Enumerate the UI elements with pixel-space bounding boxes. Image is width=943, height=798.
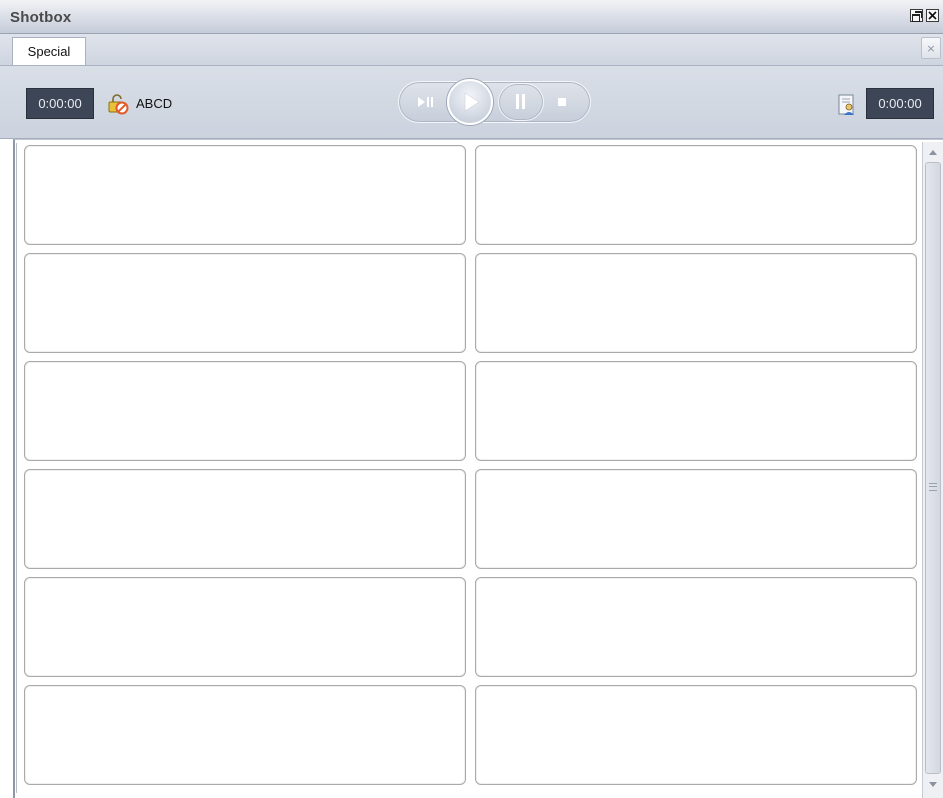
vertical-scrollbar[interactable]	[922, 142, 943, 798]
shotbox-window: Shotbox Special × 0:00:00 ABCD 0:00:00	[0, 0, 943, 798]
play-pause-icon	[418, 97, 433, 107]
tab-label: Special	[27, 44, 71, 59]
shot-cell[interactable]	[475, 145, 917, 245]
play-pause-button[interactable]	[408, 92, 444, 112]
stop-button[interactable]	[550, 92, 576, 112]
shot-cell[interactable]	[475, 469, 917, 569]
shot-cell[interactable]	[475, 253, 917, 353]
shot-cell[interactable]	[475, 361, 917, 461]
window-title: Shotbox	[10, 9, 72, 26]
stop-icon	[558, 98, 566, 106]
grip-icon	[929, 483, 937, 491]
user-list-icon[interactable]	[837, 94, 857, 116]
shot-cell[interactable]	[475, 577, 917, 677]
shot-cell[interactable]	[24, 361, 466, 461]
list-name-label: ABCD	[136, 96, 173, 111]
restore-icon[interactable]	[910, 9, 923, 22]
transport-controls	[398, 79, 591, 125]
tab-special[interactable]: Special	[12, 37, 86, 65]
play-button[interactable]	[447, 79, 493, 125]
unlock-icon[interactable]	[107, 93, 129, 115]
scroll-down-icon[interactable]	[926, 777, 940, 791]
tab-close-icon[interactable]: ×	[921, 37, 941, 59]
panel-edge	[16, 143, 20, 793]
shot-cell[interactable]	[24, 685, 466, 785]
shot-cell[interactable]	[24, 469, 466, 569]
scroll-thumb[interactable]	[925, 162, 941, 774]
pause-icon	[516, 94, 525, 109]
title-bar[interactable]: Shotbox	[0, 0, 943, 34]
remaining-time-display: 0:00:00	[866, 88, 934, 119]
shot-cell[interactable]	[24, 577, 466, 677]
pause-button[interactable]	[498, 83, 544, 121]
toolbar: 0:00:00 ABCD 0:00:00	[0, 66, 943, 139]
shot-cell[interactable]	[24, 145, 466, 245]
close-icon[interactable]	[926, 9, 939, 22]
play-icon	[464, 92, 480, 112]
scroll-up-icon[interactable]	[926, 146, 940, 160]
tab-strip: Special	[0, 34, 943, 66]
shot-cell[interactable]	[24, 253, 466, 353]
elapsed-time-display: 0:00:00	[26, 88, 94, 119]
shot-cell[interactable]	[475, 685, 917, 785]
